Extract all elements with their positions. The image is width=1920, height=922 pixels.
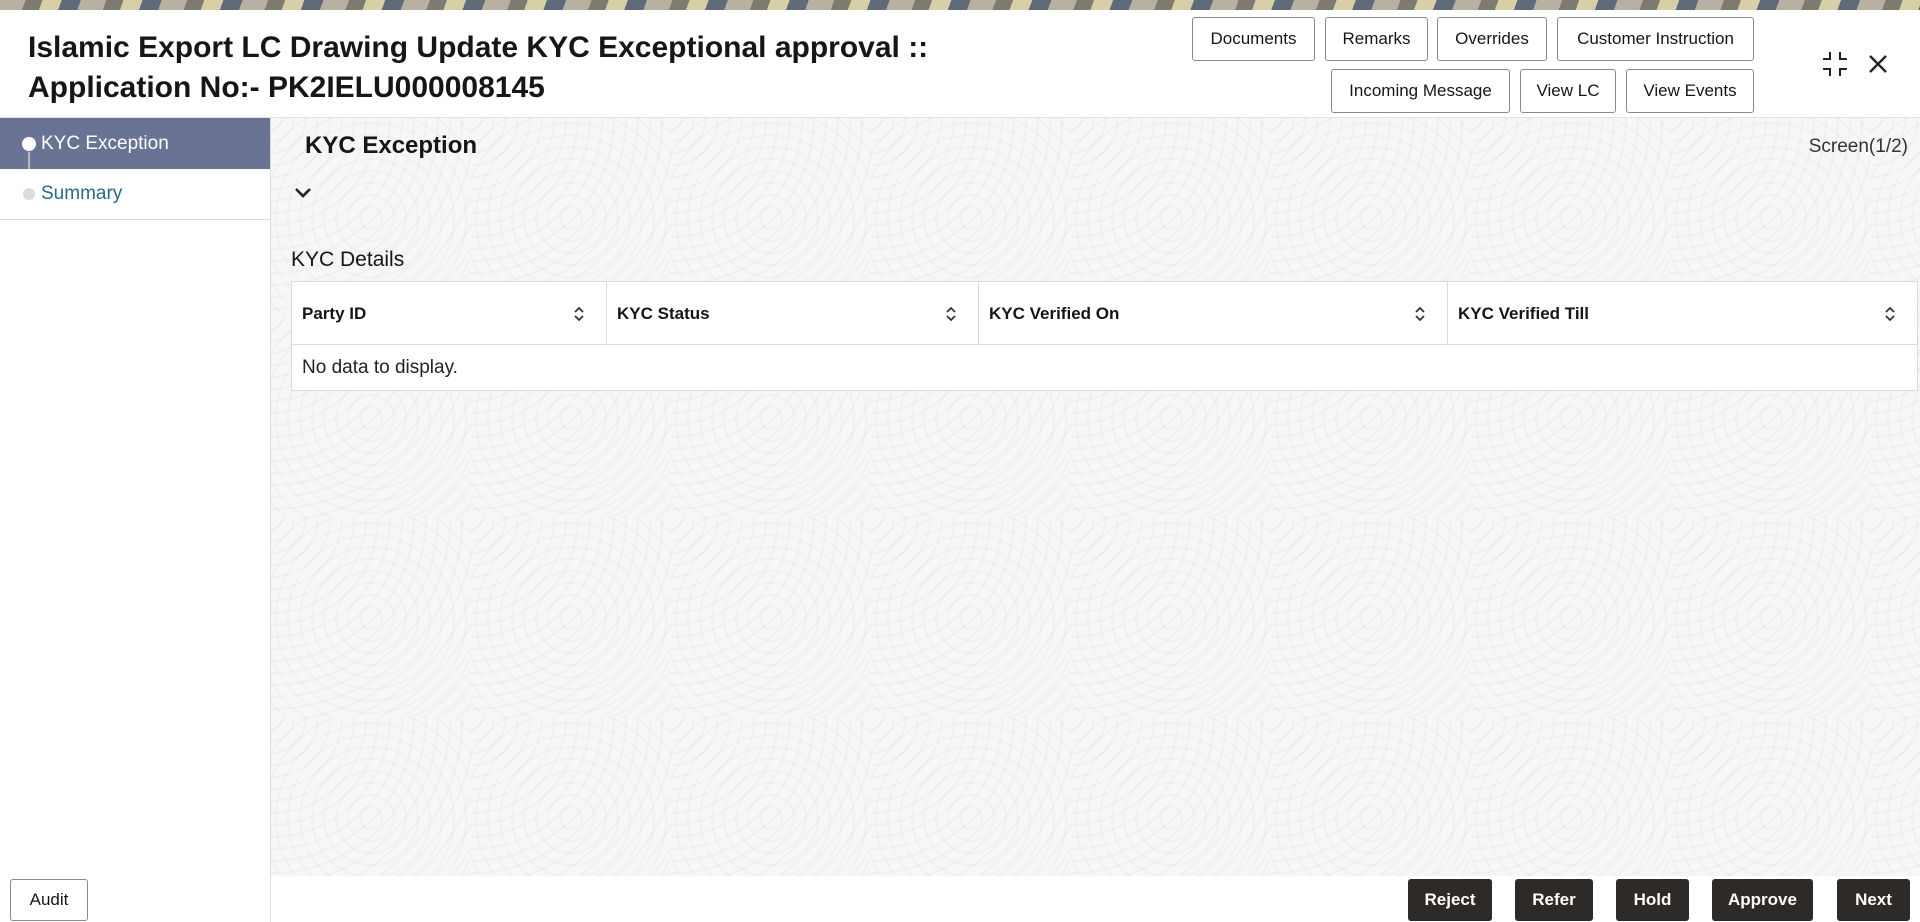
page-title-line1: Islamic Export LC Drawing Update KYC Exc… (28, 31, 929, 64)
remarks-button[interactable]: Remarks (1325, 17, 1428, 61)
customer-instruction-button[interactable]: Customer Instruction (1557, 17, 1754, 61)
documents-button[interactable]: Documents (1192, 17, 1315, 61)
footer-action-bar: Audit Reject Refer Hold Approve Next (0, 876, 1920, 922)
column-header-kyc-verified-on[interactable]: KYC Verified On (979, 282, 1448, 345)
sidebar-item-label: KYC Exception (41, 132, 169, 154)
step-dot-icon (23, 188, 35, 200)
sidebar: KYC Exception Summary (0, 118, 271, 922)
hold-button[interactable]: Hold (1616, 879, 1689, 921)
close-icon[interactable] (1862, 48, 1894, 80)
chevron-down-icon[interactable] (291, 184, 315, 202)
page-title: Islamic Export LC Drawing Update KYC Exc… (28, 28, 928, 108)
page-title-line2: Application No:- PK2IELU000008145 (28, 71, 545, 104)
page-header: Islamic Export LC Drawing Update KYC Exc… (0, 10, 1920, 118)
main-content: KYC Exception Screen(1/2) KYC Details Pa… (271, 118, 1920, 876)
sort-icon[interactable] (572, 304, 586, 324)
column-header-party-id[interactable]: Party ID (292, 282, 607, 345)
collapse-icon[interactable] (1819, 48, 1851, 80)
view-lc-button[interactable]: View LC (1520, 69, 1616, 113)
screen-indicator: Screen(1/2) (1808, 136, 1908, 157)
section-title: KYC Exception (305, 132, 478, 159)
kyc-details-table: Party ID KYC Status KYC Verified On KYC … (291, 281, 1918, 391)
kyc-details-heading: KYC Details (291, 248, 405, 271)
overrides-button[interactable]: Overrides (1437, 17, 1547, 61)
table-empty-message: No data to display. (302, 356, 458, 378)
view-events-button[interactable]: View Events (1626, 69, 1754, 113)
table-header-row: Party ID KYC Status KYC Verified On KYC … (292, 282, 1917, 345)
reject-button[interactable]: Reject (1408, 879, 1492, 921)
column-header-kyc-status[interactable]: KYC Status (607, 282, 979, 345)
approve-button[interactable]: Approve (1712, 879, 1813, 921)
incoming-message-button[interactable]: Incoming Message (1331, 69, 1510, 113)
next-button[interactable]: Next (1837, 879, 1910, 921)
top-banner-strip (0, 0, 1920, 10)
sidebar-item-kyc-exception[interactable]: KYC Exception (0, 118, 270, 169)
step-active-dot-icon (22, 136, 36, 151)
sidebar-item-label: Summary (41, 183, 123, 204)
sidebar-item-summary[interactable]: Summary (0, 169, 270, 220)
sort-icon[interactable] (1883, 304, 1897, 324)
sort-icon[interactable] (944, 304, 958, 324)
sort-icon[interactable] (1413, 304, 1427, 324)
refer-button[interactable]: Refer (1515, 879, 1593, 921)
audit-button[interactable]: Audit (10, 879, 88, 921)
column-header-kyc-verified-till[interactable]: KYC Verified Till (1448, 282, 1917, 345)
